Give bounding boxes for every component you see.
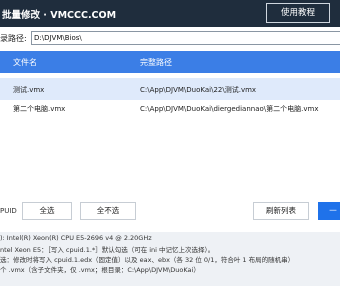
- row-fullpath: C:\App\DJVM\DuoKai\diergediannao\第二个电脑.v…: [140, 105, 319, 113]
- info-line-xeon: ntel Xeon E5：［写入 cpuid.1.*］默认勾选（可在 ini 中…: [0, 246, 215, 254]
- column-header-fullpath[interactable]: 完整路径: [140, 57, 172, 68]
- select-none-button[interactable]: 全不选: [80, 202, 136, 220]
- info-line-modify: 选：修改时将写入 cpuid.1.edx（固定值）以及 eax、ebx（各 32…: [0, 256, 295, 264]
- row-fullpath: C:\App\DJVM\DuoKai\22\测试.vmx: [140, 86, 257, 94]
- cpuid-label: PUID: [0, 207, 17, 215]
- row-filename: 测试.vmx: [13, 86, 45, 94]
- info-line-cpu: ): Intel(R) Xeon(R) CPU E5-2696 v4 @ 2.2…: [0, 234, 152, 242]
- window-title: 批量修改 · VMCCC.COM: [2, 10, 117, 21]
- refresh-list-button[interactable]: 刷新列表: [253, 202, 309, 220]
- path-row: 录路径: D:\DJVM\Bios\: [0, 30, 340, 46]
- path-input[interactable]: D:\DJVM\Bios\: [31, 31, 340, 45]
- info-panel: ): Intel(R) Xeon(R) CPU E5-2696 v4 @ 2.2…: [0, 232, 340, 286]
- column-header-filename[interactable]: 文件名: [13, 57, 37, 68]
- primary-action-button[interactable]: 一: [318, 202, 340, 220]
- select-all-button[interactable]: 全选: [22, 202, 72, 220]
- action-bar: PUID 全选 全不选 刷新列表 一: [0, 198, 340, 224]
- path-label: 录路径:: [0, 34, 27, 43]
- table-row[interactable]: 第二个电脑.vmx C:\App\DJVM\DuoKai\diergediann…: [0, 97, 340, 119]
- info-line-count: 个 .vmx（含子文件夹，仅 .vmx；根目录：C:\App\DJVM\DuoK…: [0, 266, 200, 274]
- tutorial-button[interactable]: 使用教程: [266, 3, 330, 23]
- table-header: 文件名 完整路径: [0, 51, 340, 73]
- title-bar: 批量修改 · VMCCC.COM 使用教程: [0, 0, 340, 27]
- row-filename: 第二个电脑.vmx: [13, 105, 66, 113]
